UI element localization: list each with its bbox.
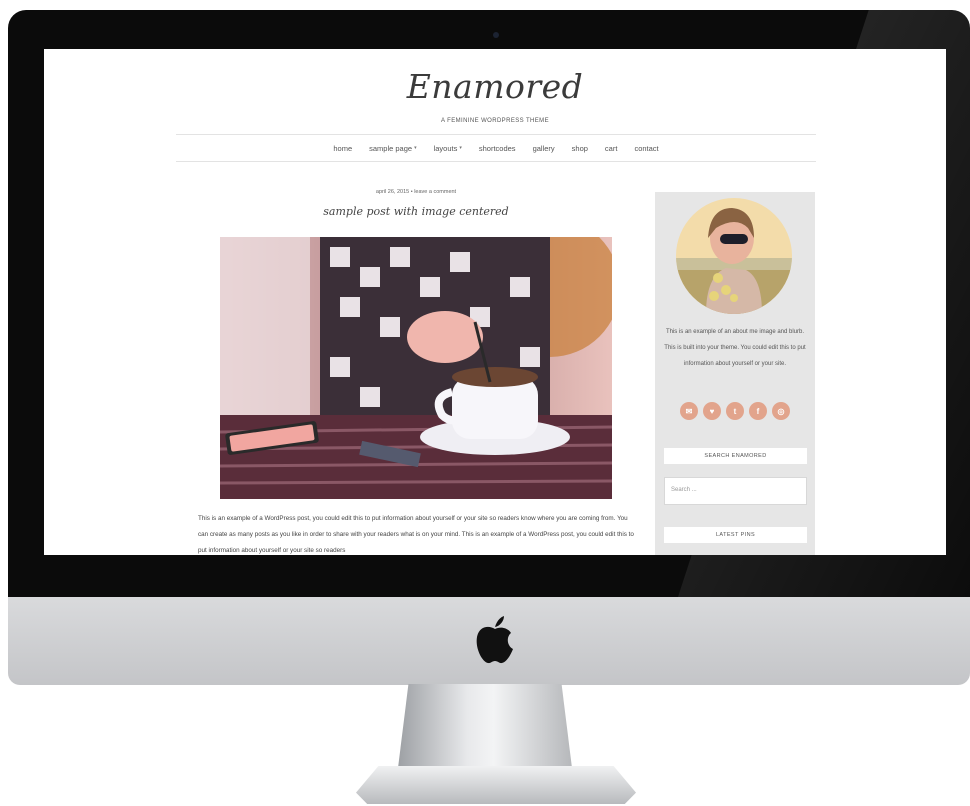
- post-title[interactable]: sample post with image centered: [220, 205, 612, 218]
- search-widget-title: SEARCH ENAMORED: [664, 448, 807, 464]
- coffee-photo: [220, 237, 612, 499]
- nav-label: shop: [571, 143, 588, 153]
- nav-item-home[interactable]: home: [333, 144, 352, 153]
- about-me-text: This is an example of an about me image …: [664, 329, 806, 367]
- search-input[interactable]: Search ...: [664, 477, 807, 505]
- nav-item-layouts[interactable]: layouts ▾: [434, 144, 462, 153]
- email-icon[interactable]: ✉: [680, 402, 698, 420]
- nav-item-shop[interactable]: shop: [572, 144, 588, 153]
- nav-label: cart: [604, 143, 618, 153]
- stand-neck: [398, 684, 572, 768]
- site-tagline: A FEMININE WORDPRESS THEME: [441, 118, 549, 124]
- main-nav: home sample page ▾ layouts ▾ shortcodes ga…: [176, 134, 816, 162]
- sidebar: This is an example of an about me image …: [655, 192, 815, 555]
- portrait-image: [676, 198, 792, 314]
- latest-pins-title: LATEST PINS: [664, 527, 807, 543]
- instagram-icon[interactable]: ◎: [772, 402, 790, 420]
- nav-item-contact[interactable]: contact: [634, 144, 658, 153]
- nav-label: home: [333, 143, 353, 153]
- chevron-down-icon: ▾: [459, 145, 462, 151]
- twitter-icon[interactable]: t: [726, 402, 744, 420]
- screen: Enamored A FEMININE WORDPRESS THEME home…: [44, 49, 946, 555]
- nav-label: shortcodes: [478, 143, 516, 153]
- about-me-photo: [676, 198, 792, 314]
- nav-label: layouts: [433, 143, 458, 153]
- nav-label: gallery: [532, 143, 555, 153]
- nav-item-gallery[interactable]: gallery: [533, 144, 555, 153]
- post-body: This is an example of a WordPress post, …: [198, 515, 634, 554]
- nav-item-shortcodes[interactable]: shortcodes: [479, 144, 516, 153]
- apple-logo-icon: [476, 616, 513, 664]
- nav-label: sample page: [369, 143, 413, 153]
- nav-item-cart[interactable]: cart: [605, 144, 618, 153]
- post-meta[interactable]: april 26, 2015 • leave a comment: [220, 189, 612, 195]
- facebook-icon[interactable]: f: [749, 402, 767, 420]
- camera: [493, 32, 499, 38]
- heart-icon[interactable]: ♥: [703, 402, 721, 420]
- chevron-down-icon: ▾: [414, 145, 417, 151]
- social-icons: ✉ ♥ t f ◎: [655, 402, 815, 420]
- site-title[interactable]: Enamored: [44, 67, 946, 106]
- post-featured-image: [220, 237, 612, 499]
- nav-item-sample-page[interactable]: sample page ▾: [369, 144, 416, 153]
- stand-base: [356, 766, 636, 804]
- nav-label: contact: [634, 143, 659, 153]
